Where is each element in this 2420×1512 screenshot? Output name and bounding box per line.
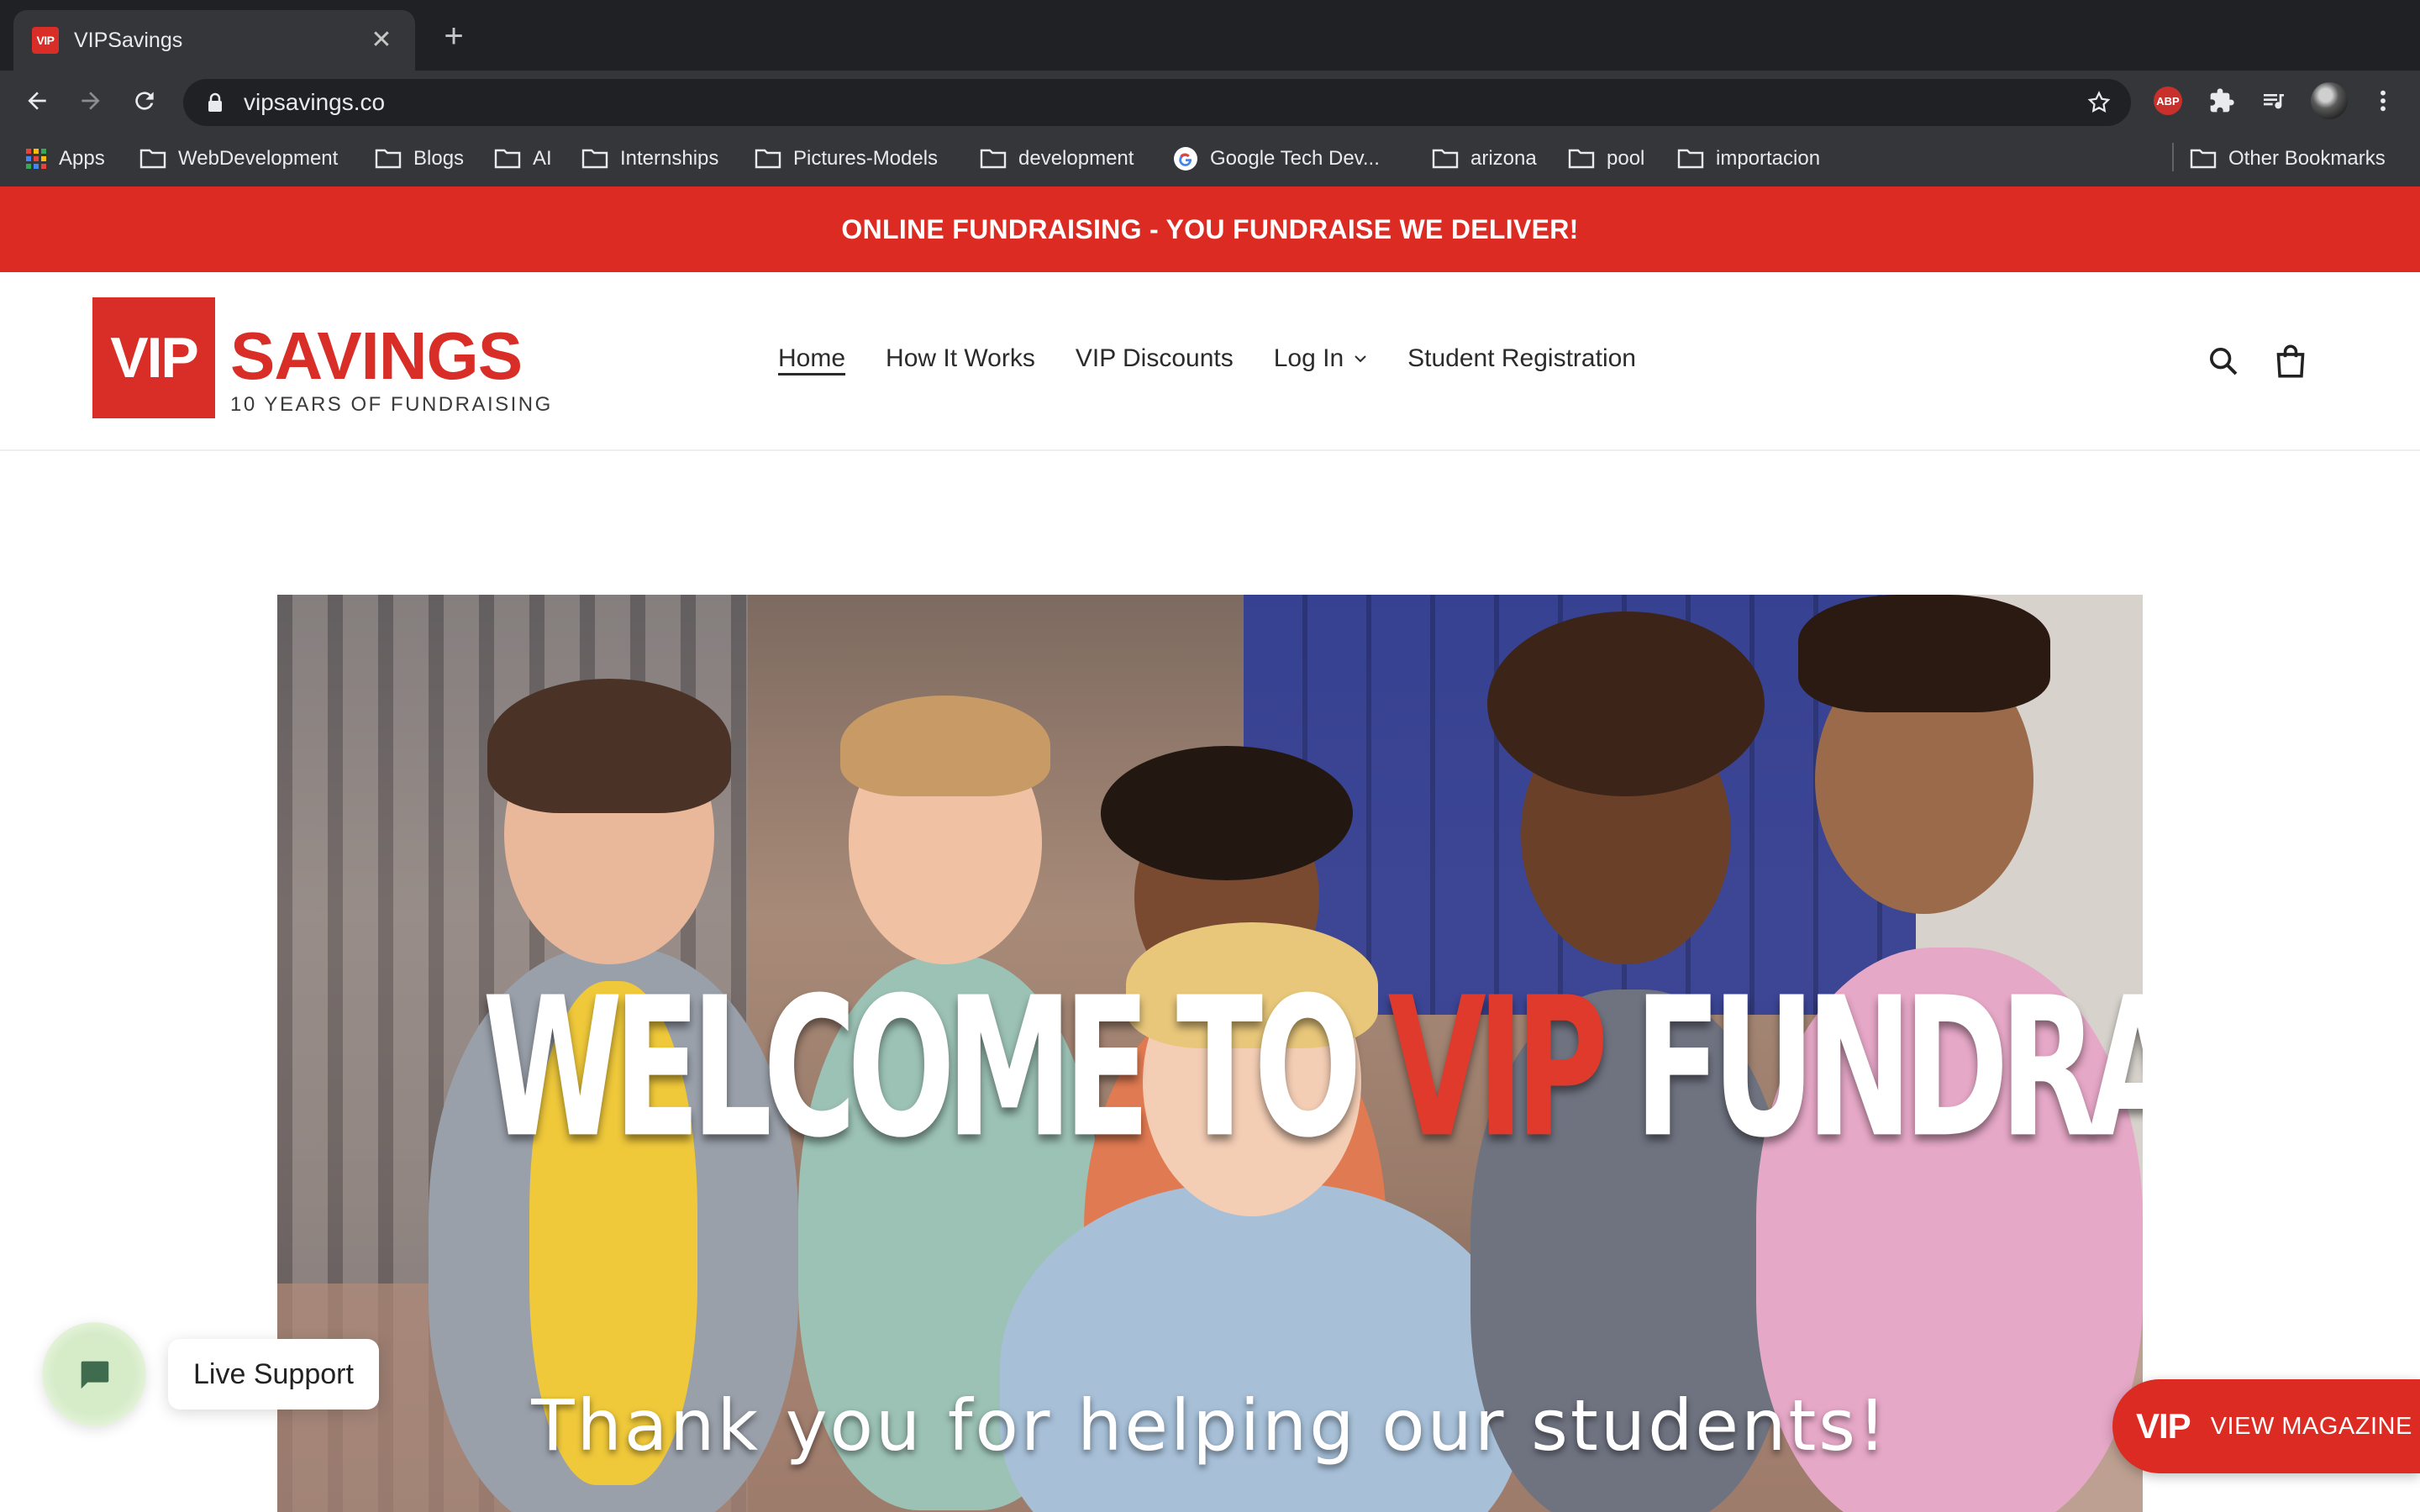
bookmark-folder-arizona[interactable]: arizona [1432, 144, 1537, 173]
nav-how-it-works[interactable]: How It Works [886, 344, 1035, 373]
apps-grid-icon [26, 149, 46, 169]
hero-banner: WELCOME TO VIP FUNDRAISING Thank you for… [277, 595, 2143, 1512]
hero-title-accent: VIP [1387, 956, 1608, 1180]
url-text[interactable]: vipsavings.co [244, 89, 2081, 116]
nav-log-in[interactable]: Log In [1274, 344, 1367, 373]
main-nav: Home How It Works VIP Discounts Log In S… [778, 344, 1676, 373]
folder-icon [375, 149, 402, 169]
adblock-plus-icon[interactable]: ABP [2149, 82, 2186, 119]
google-icon [1174, 147, 1197, 171]
folder-icon [581, 149, 608, 169]
browser-toolbar: vipsavings.co ABP [0, 71, 2420, 131]
hero-title: WELCOME TO VIP FUNDRAISING [482, 956, 2143, 1180]
forward-arrow-icon[interactable] [72, 82, 109, 119]
magazine-vip-logo: VIP [2136, 1406, 2191, 1446]
bookmark-folder-pictures-models[interactable]: Pictures-Models [755, 144, 938, 173]
folder-icon [1432, 149, 1459, 169]
view-magazine-button[interactable]: VIP VIEW MAGAZINE [2112, 1379, 2420, 1473]
magazine-label: VIEW MAGAZINE [2210, 1412, 2412, 1440]
bookmarks-separator [2172, 143, 2174, 171]
chevron-down-icon [1354, 354, 1367, 363]
reload-icon[interactable] [126, 82, 163, 119]
folder-icon [2190, 149, 2217, 169]
bookmark-star-icon[interactable] [2081, 84, 2118, 121]
folder-icon [755, 149, 781, 169]
back-arrow-icon[interactable] [18, 82, 55, 119]
bookmark-google-tech-dev[interactable]: Google Tech Dev... [1173, 144, 1380, 173]
announcement-text: ONLINE FUNDRAISING - YOU FUNDRAISE WE DE… [841, 213, 1579, 244]
live-support-label[interactable]: Live Support [168, 1339, 379, 1410]
folder-icon [1568, 149, 1595, 169]
logo-tagline: 10 YEARS OF FUNDRAISING [230, 393, 553, 416]
bookmark-folder-other-bookmarks[interactable]: Other Bookmarks [2190, 144, 2386, 173]
new-tab-icon[interactable]: + [437, 19, 471, 54]
profile-avatar[interactable] [2311, 82, 2348, 119]
nav-home[interactable]: Home [778, 344, 845, 373]
bookmark-folder-ai[interactable]: AI [494, 144, 552, 173]
folder-icon [139, 149, 166, 169]
bookmarks-bar: Apps WebDevelopment Blogs AI Internships… [0, 131, 2420, 186]
folder-icon [1677, 149, 1704, 169]
hero-subtitle: Thank you for helping our students! [531, 1384, 1889, 1467]
logo-vip-box: VIP [92, 297, 215, 418]
logo-wordmark: SAVINGS [230, 318, 523, 393]
bookmark-folder-importacion[interactable]: importacion [1677, 144, 1820, 173]
bookmark-folder-webdevelopment[interactable]: WebDevelopment [139, 144, 338, 173]
browser-chrome: VIP VIPSavings ✕ + vipsavings.co ABP App… [0, 0, 2420, 186]
tab-strip: VIP VIPSavings ✕ + [0, 0, 2420, 71]
lock-icon[interactable] [203, 91, 227, 114]
browser-menu-icon[interactable] [2365, 82, 2402, 119]
site-logo[interactable]: VIP SAVINGS 10 YEARS OF FUNDRAISING [92, 297, 553, 418]
extensions-puzzle-icon[interactable] [2203, 82, 2240, 119]
folder-icon [980, 149, 1007, 169]
address-bar[interactable]: vipsavings.co [183, 79, 2131, 126]
live-chat-button[interactable] [42, 1322, 146, 1426]
search-icon[interactable] [2203, 341, 2244, 381]
browser-tab[interactable]: VIP VIPSavings ✕ [13, 10, 415, 71]
bookmark-folder-internships[interactable]: Internships [581, 144, 718, 173]
nav-vip-discounts[interactable]: VIP Discounts [1076, 344, 1234, 373]
folder-icon [494, 149, 521, 169]
bookmark-folder-blogs[interactable]: Blogs [375, 144, 464, 173]
vip-favicon-icon: VIP [32, 27, 59, 54]
announcement-bar: ONLINE FUNDRAISING - YOU FUNDRAISE WE DE… [0, 186, 2420, 272]
bookmark-folder-pool[interactable]: pool [1568, 144, 1644, 173]
bookmark-apps[interactable]: Apps [25, 144, 105, 173]
site-header: VIP SAVINGS 10 YEARS OF FUNDRAISING Home… [0, 272, 2420, 451]
media-queue-icon[interactable] [2255, 82, 2292, 119]
tab-close-icon[interactable]: ✕ [366, 28, 397, 53]
cart-icon[interactable] [2270, 341, 2311, 381]
chat-bubble-icon [81, 1361, 109, 1389]
nav-log-in-label: Log In [1273, 344, 1344, 372]
bookmark-folder-development[interactable]: development [980, 144, 1134, 173]
nav-student-registration[interactable]: Student Registration [1407, 344, 1636, 373]
tab-title: VIPSavings [74, 28, 183, 52]
